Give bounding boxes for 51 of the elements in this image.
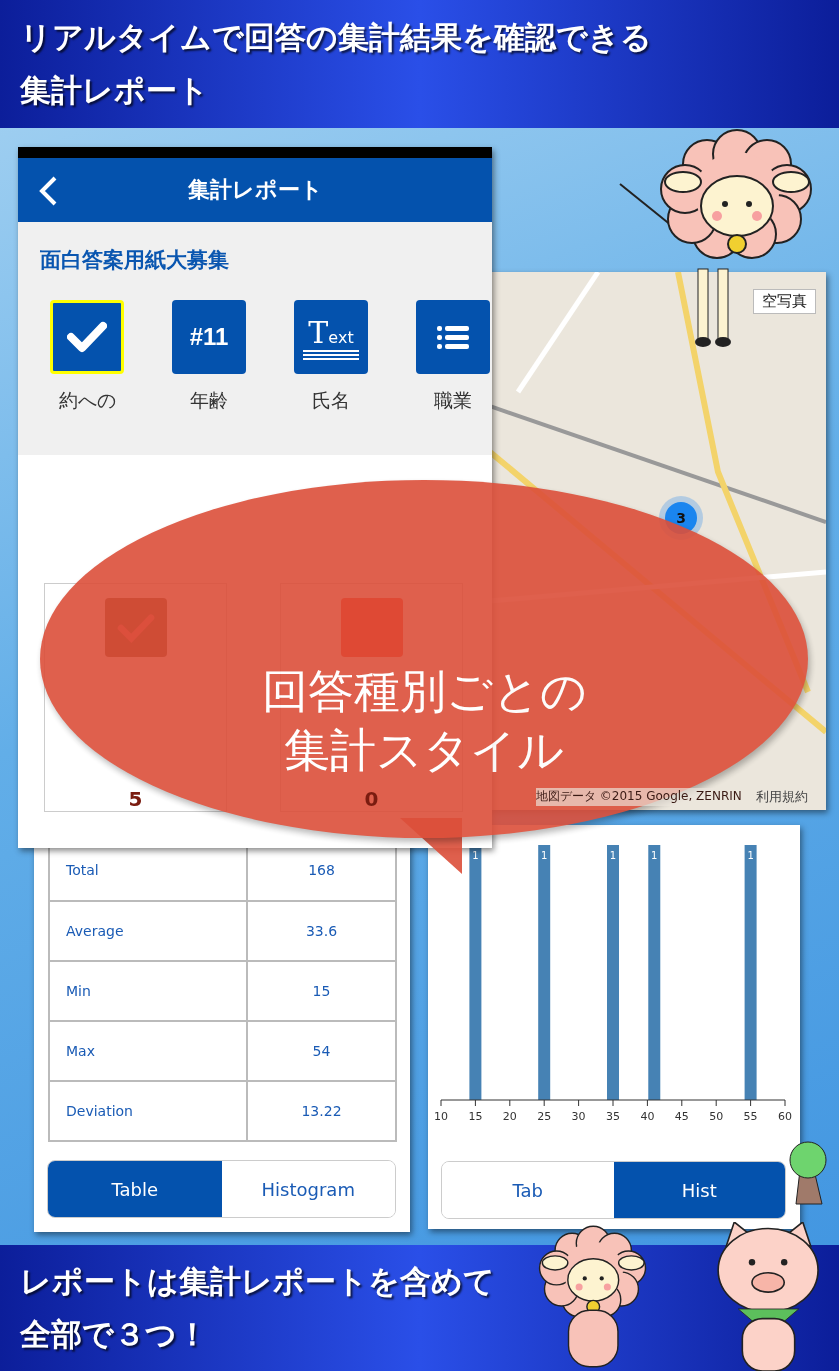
axis-tick-label: 15 [468, 1110, 483, 1123]
question-type-button[interactable]: #11 [172, 300, 246, 374]
axis-tick-label: 50 [709, 1110, 724, 1123]
question-type-button[interactable]: Text [294, 300, 368, 374]
axis-tick-label: 20 [502, 1110, 517, 1123]
bar-value-label: 1 [472, 850, 479, 861]
list-icon [437, 324, 469, 350]
bar-value-label: 1 [541, 850, 548, 861]
answer-count: 0 [364, 787, 379, 811]
question-type-button[interactable] [416, 300, 490, 374]
question-label: 約への [58, 388, 116, 413]
back-icon[interactable] [38, 176, 58, 206]
answer-count: 5 [128, 787, 143, 811]
table-cell: Average [50, 902, 248, 960]
question-label: 氏名 [312, 388, 350, 413]
banner-text: レポートは集計レポートを含めて [20, 1262, 496, 1301]
check-icon [67, 321, 107, 353]
table-cell: Max [50, 1022, 248, 1080]
view-tab[interactable]: Table [48, 1161, 222, 1217]
axis-tick-label: 45 [674, 1110, 689, 1123]
view-tab[interactable]: Hist [613, 1162, 785, 1218]
table-cell-text: 33.6 [304, 922, 339, 941]
question-label: 年齢 [190, 388, 228, 413]
bar-value-label: 1 [609, 850, 617, 861]
table-cell: Deviation [50, 1082, 248, 1140]
question-type-button[interactable] [50, 300, 124, 374]
aerial-photo-button[interactable]: 空写真 [753, 289, 816, 314]
axis-tick-label: 60 [778, 1110, 792, 1123]
table-cell-text: 54 [311, 1042, 332, 1061]
bubble-text: 回答種別ごとの [261, 664, 587, 720]
survey-title: 面白答案用紙大募集 [40, 247, 230, 274]
bar-value-label: 1 [651, 850, 658, 861]
axis-tick-label: 55 [743, 1110, 758, 1123]
axis-tick-label: 25 [537, 1110, 552, 1123]
table-cell-text: 168 [307, 861, 336, 880]
table-cell-text: 15 [311, 982, 332, 1001]
terms-link[interactable]: 利用規約 [755, 788, 808, 806]
screen-title: 集計レポート [187, 176, 323, 204]
banner-text: 全部で３つ！ [20, 1315, 209, 1354]
axis-tick-label: 30 [571, 1110, 586, 1123]
number-type-icon: #11 [189, 323, 229, 351]
question-label: 職業 [434, 388, 472, 413]
axis-tick-label: 35 [606, 1110, 620, 1123]
banner-text: リアルタイムで回答の集計結果を確認できる [20, 18, 653, 57]
axis-tick-label: 40 [640, 1110, 655, 1123]
axis-tick-label: 10 [434, 1110, 448, 1123]
bar-value-label: 1 [747, 850, 754, 861]
table-cell: Min [50, 962, 248, 1020]
banner-text: 集計レポート [20, 71, 210, 110]
table-cell-text: 13.22 [300, 1102, 343, 1121]
bubble-text: 集計スタイル [284, 723, 564, 779]
